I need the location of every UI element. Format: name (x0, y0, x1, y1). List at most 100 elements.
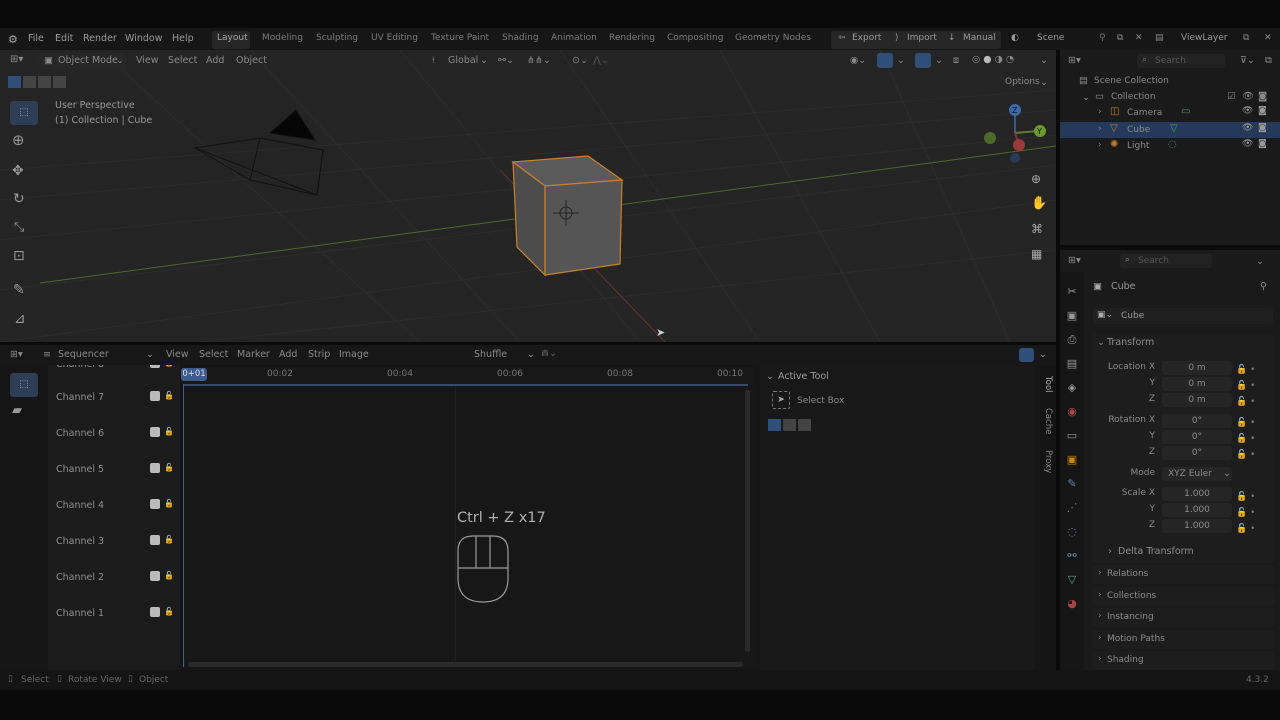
proportional-edit-icon[interactable]: ⊙⌄ (572, 55, 588, 66)
delete-viewlayer-icon[interactable]: ✕ (1264, 33, 1272, 43)
material-tab-icon[interactable]: ◕ (1064, 592, 1080, 616)
menu-render[interactable]: Render (83, 33, 117, 44)
rotation-mode-dropdown[interactable]: XYZ Euler (1162, 467, 1232, 481)
lock-icon[interactable]: 🔓 • (1236, 378, 1266, 394)
falloff-icon[interactable]: ⋀⌄ (593, 55, 609, 66)
channel-mute-checkbox[interactable] (150, 391, 160, 401)
lock-icon[interactable]: 🔓 (164, 571, 174, 580)
overlays-toggle[interactable] (915, 53, 931, 68)
lock-icon[interactable]: 🔓 (164, 391, 174, 400)
section-collections[interactable]: › Collections (1092, 586, 1274, 606)
scene-tab-icon[interactable]: ◈ (1064, 376, 1080, 400)
blender-logo-icon[interactable]: ⚙ (8, 33, 22, 46)
editor-type-icon[interactable]: ⊞▾ (10, 54, 23, 65)
ortho-grid-icon[interactable]: ▦ (1031, 247, 1042, 261)
new-collection-icon[interactable]: ⧉ (1265, 55, 1272, 66)
select-box-tool[interactable]: ⬚ (10, 101, 38, 125)
vertical-scrollbar[interactable] (745, 390, 750, 652)
horizontal-scrollbar[interactable] (188, 662, 743, 667)
lock-icon[interactable]: 🔓 • (1236, 431, 1266, 447)
xray-icon[interactable]: ⧈ (953, 55, 959, 66)
camera-render-icon[interactable]: ◙ (1258, 91, 1267, 102)
seq-menu-image[interactable]: Image (339, 349, 369, 360)
collection-tab-icon[interactable]: ▭ (1064, 424, 1080, 448)
select-extend-icon[interactable] (23, 76, 36, 88)
lock-icon[interactable]: 🔓 • (1236, 521, 1266, 537)
view-layer-tab-icon[interactable]: ▤ (1064, 352, 1080, 376)
lock-icon[interactable]: 🔓 • (1236, 489, 1266, 505)
tab-shading[interactable]: Shading (502, 33, 539, 43)
menu-window[interactable]: Window (125, 33, 162, 44)
chevron-right-icon[interactable]: › (1098, 107, 1102, 117)
channel-mute-checkbox[interactable] (150, 571, 160, 581)
material-icon[interactable]: ◑ (995, 54, 1003, 65)
menu-file[interactable]: File (28, 33, 44, 44)
tab-animation[interactable]: Animation (551, 33, 597, 43)
lock-icon[interactable]: 🔓 (164, 463, 174, 472)
chevron-down-icon[interactable]: ⌄ (1082, 92, 1090, 103)
channel-mute-checkbox[interactable] (150, 427, 160, 437)
camera-view-icon[interactable]: ⌘ (1031, 222, 1043, 236)
vp-menu-add[interactable]: Add (206, 55, 224, 66)
channel-row[interactable]: Channel 8 🔓 (48, 365, 180, 372)
scene-name[interactable]: Scene (1037, 33, 1064, 43)
manual-button[interactable]: Manual (963, 33, 996, 43)
pin-icon[interactable]: ⚲ (1260, 281, 1267, 292)
gizmo-toggle[interactable] (877, 53, 893, 68)
lock-icon[interactable]: 🔓 • (1236, 415, 1266, 431)
scale-y-field[interactable]: 1.000 (1162, 503, 1232, 517)
tab-rendering[interactable]: Rendering (609, 33, 655, 43)
rendered-icon[interactable]: ◔ (1006, 54, 1014, 65)
editor-type-icon[interactable]: ⊞▾ (1068, 55, 1081, 66)
channel-mute-checkbox[interactable] (150, 365, 160, 368)
lock-icon[interactable]: 🔓 • (1236, 394, 1266, 415)
outliner-search-input[interactable]: ⌕ Search (1137, 54, 1225, 68)
outliner-item-light[interactable]: › ✺ Light ◌ 👁 ◙ (1060, 138, 1280, 154)
select-new-icon[interactable] (8, 76, 21, 88)
lock-icon[interactable]: 🔓 (164, 427, 174, 436)
channel-mute-checkbox[interactable] (150, 463, 160, 473)
section-shading[interactable]: › Shading (1092, 651, 1274, 671)
lock-icon[interactable]: 🔓 • (1236, 447, 1266, 489)
object-name-field[interactable]: ▣⌄ Cube (1093, 308, 1273, 324)
annotate-tool[interactable]: ✎ (13, 282, 25, 298)
channel-row[interactable]: Channel 5 🔓 (48, 463, 180, 477)
lock-icon[interactable]: 🔓 (164, 499, 174, 508)
select-subtract-icon[interactable] (798, 419, 811, 431)
properties-tab-icons[interactable]: ✂ ▣ ⎙ ▤ ◈ ◉ ▭ ▣ ✎ ⋰ ◌ ⚯ ▽ ◕ (1064, 280, 1080, 615)
seq-menu-add[interactable]: Add (279, 349, 297, 360)
camera-render-icon[interactable]: ◙ (1258, 139, 1267, 149)
cursor-tool[interactable]: ⊕ (12, 131, 25, 149)
menu-help[interactable]: Help (172, 33, 194, 44)
pan-hand-icon[interactable]: ✋ (1031, 196, 1047, 211)
channel-row[interactable]: Channel 4 🔓 (48, 499, 180, 513)
channel-row[interactable]: Channel 1 🔓 (48, 607, 180, 621)
vp-menu-object[interactable]: Object (236, 55, 267, 66)
chevron-down-icon[interactable]: ⌄ (1097, 337, 1105, 348)
select-new-icon[interactable] (768, 419, 781, 431)
outliner-item-cube[interactable]: › ▽ Cube ▽ 👁 ◙ (1060, 121, 1280, 138)
new-viewlayer-icon[interactable]: ⧉ (1243, 33, 1249, 43)
snap-icon[interactable]: ⋔⋔⌄ (527, 55, 551, 66)
rotation-x-field[interactable]: 0° (1162, 414, 1232, 428)
lock-icon[interactable]: 🔓 (164, 365, 174, 367)
overlay-toggle[interactable] (1019, 348, 1034, 362)
lock-icon[interactable]: 🔓 (164, 535, 174, 544)
mode-dropdown[interactable]: ▣ Object Mode ⌄ (38, 52, 126, 69)
particles-tab-icon[interactable]: ⋰ (1064, 496, 1080, 520)
measure-tool[interactable]: ⊿ (14, 311, 26, 327)
lock-keyframe-column[interactable]: 🔓 • 🔓 • 🔓 • 🔓 • 🔓 • 🔓 • 🔓 • 🔓 • 🔓 • (1236, 362, 1266, 542)
camera-render-icon[interactable]: ◙ (1258, 106, 1267, 116)
blade-tool-icon[interactable]: ▰ (12, 403, 22, 418)
filter-icon[interactable]: ⊽⌄ (1240, 55, 1255, 66)
active-tool-header[interactable]: Active Tool (778, 371, 829, 382)
scale-tool[interactable]: ⤡ (14, 220, 24, 235)
seq-select-tool[interactable]: ⬚ (10, 373, 38, 397)
object-tab-icon[interactable]: ▣ (1064, 448, 1080, 472)
channel-mute-checkbox[interactable] (150, 535, 160, 545)
tab-uv-editing[interactable]: UV Editing (371, 33, 418, 43)
export-button[interactable]: Export (852, 33, 881, 43)
channel-row[interactable]: Channel 3 🔓 (48, 535, 180, 549)
chevron-down-icon[interactable]: ⌄ (1256, 256, 1264, 267)
select-mode-buttons[interactable] (8, 76, 66, 89)
